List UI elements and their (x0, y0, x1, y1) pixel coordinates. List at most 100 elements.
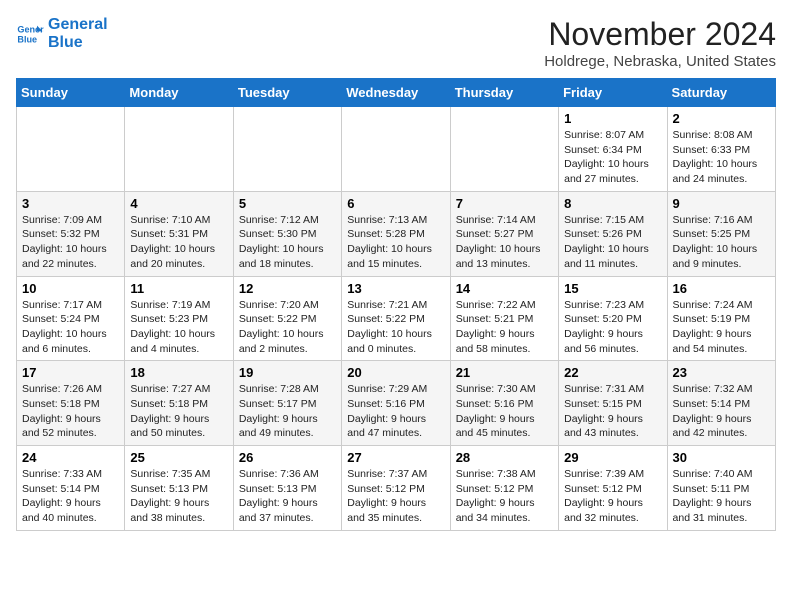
calendar-subtitle: Holdrege, Nebraska, United States (544, 53, 776, 70)
day-cell (17, 107, 125, 192)
day-cell: 17 Sunrise: 7:26 AMSunset: 5:18 PMDayligh… (17, 361, 125, 446)
day-number: 2 (673, 111, 770, 126)
week-row-4: 17 Sunrise: 7:26 AMSunset: 5:18 PMDayligh… (17, 361, 776, 446)
day-detail: Sunrise: 7:37 AMSunset: 5:12 PMDaylight:… (347, 467, 444, 526)
header-day-sunday: Sunday (17, 79, 125, 107)
day-number: 18 (130, 365, 227, 380)
day-number: 9 (673, 196, 770, 211)
day-cell: 27 Sunrise: 7:37 AMSunset: 5:12 PMDayligh… (342, 446, 450, 531)
day-cell: 22Sunrise: 7:31 AMSunset: 5:15 PMDayligh… (559, 361, 667, 446)
day-cell: 9 Sunrise: 7:16 AMSunset: 5:25 PMDaylight… (667, 191, 775, 276)
day-number: 4 (130, 196, 227, 211)
header-day-tuesday: Tuesday (233, 79, 341, 107)
day-number: 10 (22, 281, 119, 296)
day-number: 25 (130, 450, 227, 465)
day-cell: 2Sunrise: 8:08 AMSunset: 6:33 PMDaylight… (667, 107, 775, 192)
day-number: 16 (673, 281, 770, 296)
day-cell: 18 Sunrise: 7:27 AMSunset: 5:18 PMDayligh… (125, 361, 233, 446)
day-number: 30 (673, 450, 770, 465)
logo-icon: General Blue (16, 20, 44, 48)
day-detail: Sunrise: 7:10 AMSunset: 5:31 PMDaylight:… (130, 213, 227, 272)
day-cell (233, 107, 341, 192)
day-detail: Sunrise: 7:19 AMSunset: 5:23 PMDaylight:… (130, 298, 227, 357)
header-day-thursday: Thursday (450, 79, 558, 107)
day-cell: 21 Sunrise: 7:30 AMSunset: 5:16 PMDayligh… (450, 361, 558, 446)
day-cell: 20 Sunrise: 7:29 AMSunset: 5:16 PMDayligh… (342, 361, 450, 446)
day-detail: Sunrise: 7:35 AMSunset: 5:13 PMDaylight:… (130, 467, 227, 526)
header-day-wednesday: Wednesday (342, 79, 450, 107)
day-detail: Sunrise: 7:24 AMSunset: 5:19 PMDaylight:… (673, 298, 770, 357)
logo-text-line2: Blue (48, 34, 108, 52)
calendar-table: SundayMondayTuesdayWednesdayThursdayFrid… (16, 78, 776, 531)
day-number: 27 (347, 450, 444, 465)
day-number: 13 (347, 281, 444, 296)
logo-text-line1: General (48, 16, 108, 34)
day-cell: 23Sunrise: 7:32 AMSunset: 5:14 PMDayligh… (667, 361, 775, 446)
day-detail: Sunrise: 7:27 AMSunset: 5:18 PMDaylight:… (130, 382, 227, 441)
day-detail: Sunrise: 7:30 AMSunset: 5:16 PMDaylight:… (456, 382, 553, 441)
day-detail: Sunrise: 7:22 AMSunset: 5:21 PMDaylight:… (456, 298, 553, 357)
day-number: 12 (239, 281, 336, 296)
day-cell (342, 107, 450, 192)
day-detail: Sunrise: 7:23 AMSunset: 5:20 PMDaylight:… (564, 298, 661, 357)
day-cell: 11 Sunrise: 7:19 AMSunset: 5:23 PMDayligh… (125, 276, 233, 361)
day-number: 20 (347, 365, 444, 380)
day-detail: Sunrise: 7:13 AMSunset: 5:28 PMDaylight:… (347, 213, 444, 272)
day-number: 11 (130, 281, 227, 296)
day-cell: 5 Sunrise: 7:12 AMSunset: 5:30 PMDaylight… (233, 191, 341, 276)
day-cell: 4 Sunrise: 7:10 AMSunset: 5:31 PMDaylight… (125, 191, 233, 276)
day-cell: 6 Sunrise: 7:13 AMSunset: 5:28 PMDaylight… (342, 191, 450, 276)
day-number: 17 (22, 365, 119, 380)
day-detail: Sunrise: 7:39 AMSunset: 5:12 PMDaylight:… (564, 467, 661, 526)
day-cell: 8 Sunrise: 7:15 AMSunset: 5:26 PMDaylight… (559, 191, 667, 276)
day-cell: 13Sunrise: 7:21 AMSunset: 5:22 PMDayligh… (342, 276, 450, 361)
day-number: 26 (239, 450, 336, 465)
logo: General Blue General Blue (16, 16, 108, 51)
day-cell: 14 Sunrise: 7:22 AMSunset: 5:21 PMDayligh… (450, 276, 558, 361)
day-cell (125, 107, 233, 192)
header: General Blue General Blue November 2024 … (16, 16, 776, 70)
day-number: 1 (564, 111, 661, 126)
day-cell: 7 Sunrise: 7:14 AMSunset: 5:27 PMDaylight… (450, 191, 558, 276)
day-cell: 29 Sunrise: 7:39 AMSunset: 5:12 PMDayligh… (559, 446, 667, 531)
week-row-2: 3Sunrise: 7:09 AMSunset: 5:32 PMDaylight… (17, 191, 776, 276)
calendar-title: November 2024 (544, 16, 776, 53)
day-detail: Sunrise: 7:16 AMSunset: 5:25 PMDaylight:… (673, 213, 770, 272)
day-cell: 15Sunrise: 7:23 AMSunset: 5:20 PMDayligh… (559, 276, 667, 361)
day-detail: Sunrise: 7:15 AMSunset: 5:26 PMDaylight:… (564, 213, 661, 272)
header-day-monday: Monday (125, 79, 233, 107)
day-cell (450, 107, 558, 192)
day-number: 6 (347, 196, 444, 211)
day-cell: 3Sunrise: 7:09 AMSunset: 5:32 PMDaylight… (17, 191, 125, 276)
day-number: 8 (564, 196, 661, 211)
day-number: 14 (456, 281, 553, 296)
day-cell: 30Sunrise: 7:40 AMSunset: 5:11 PMDayligh… (667, 446, 775, 531)
day-number: 7 (456, 196, 553, 211)
day-number: 5 (239, 196, 336, 211)
day-cell: 19Sunrise: 7:28 AMSunset: 5:17 PMDayligh… (233, 361, 341, 446)
day-number: 21 (456, 365, 553, 380)
day-detail: Sunrise: 7:31 AMSunset: 5:15 PMDaylight:… (564, 382, 661, 441)
week-row-5: 24Sunrise: 7:33 AMSunset: 5:14 PMDayligh… (17, 446, 776, 531)
calendar-body: 1 Sunrise: 8:07 AMSunset: 6:34 PMDaylight… (17, 107, 776, 531)
header-day-friday: Friday (559, 79, 667, 107)
svg-text:Blue: Blue (17, 34, 37, 44)
day-number: 29 (564, 450, 661, 465)
day-detail: Sunrise: 7:36 AMSunset: 5:13 PMDaylight:… (239, 467, 336, 526)
day-cell: 25 Sunrise: 7:35 AMSunset: 5:13 PMDayligh… (125, 446, 233, 531)
day-cell: 24Sunrise: 7:33 AMSunset: 5:14 PMDayligh… (17, 446, 125, 531)
day-number: 28 (456, 450, 553, 465)
day-detail: Sunrise: 8:07 AMSunset: 6:34 PMDaylight:… (564, 128, 661, 187)
day-detail: Sunrise: 7:14 AMSunset: 5:27 PMDaylight:… (456, 213, 553, 272)
day-number: 19 (239, 365, 336, 380)
day-detail: Sunrise: 7:29 AMSunset: 5:16 PMDaylight:… (347, 382, 444, 441)
day-detail: Sunrise: 7:26 AMSunset: 5:18 PMDaylight:… (22, 382, 119, 441)
day-number: 24 (22, 450, 119, 465)
header-day-saturday: Saturday (667, 79, 775, 107)
day-detail: Sunrise: 7:12 AMSunset: 5:30 PMDaylight:… (239, 213, 336, 272)
day-cell: 16 Sunrise: 7:24 AMSunset: 5:19 PMDayligh… (667, 276, 775, 361)
day-cell: 26 Sunrise: 7:36 AMSunset: 5:13 PMDayligh… (233, 446, 341, 531)
day-number: 3 (22, 196, 119, 211)
title-area: November 2024 Holdrege, Nebraska, United… (544, 16, 776, 70)
day-cell: 28Sunrise: 7:38 AMSunset: 5:12 PMDayligh… (450, 446, 558, 531)
